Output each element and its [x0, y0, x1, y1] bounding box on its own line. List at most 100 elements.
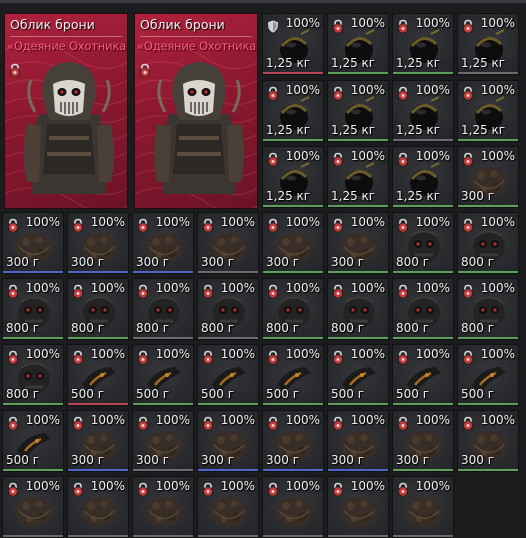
- skin-title-divider: [10, 36, 122, 37]
- item-durability: 100%: [415, 16, 450, 30]
- item-weight: 300 г: [461, 189, 495, 203]
- item-durability: 100%: [90, 215, 125, 229]
- inventory-item-slot[interactable]: 100%: [2, 476, 64, 538]
- item-durability: 100%: [350, 479, 385, 493]
- inventory-item-slot[interactable]: 100% 1,25 кг: [327, 146, 389, 208]
- rarity-bar: [133, 337, 193, 339]
- inventory-item-slot[interactable]: 100% 500 г: [392, 344, 454, 406]
- item-weight: 1,25 кг: [266, 189, 311, 203]
- inventory-item-slot[interactable]: 100% 300 г: [67, 212, 129, 274]
- item-weight: 300 г: [71, 453, 105, 467]
- inventory-item-slot[interactable]: 100% 300 г: [197, 212, 259, 274]
- rarity-bar: [68, 469, 128, 471]
- inventory-item-slot[interactable]: 100%: [197, 476, 259, 538]
- item-weight: 300 г: [396, 453, 430, 467]
- item-durability: 100%: [220, 413, 255, 427]
- item-durability: 100%: [480, 16, 515, 30]
- item-weight: 300 г: [266, 453, 300, 467]
- inventory-item-slot[interactable]: 100% 300 г: [457, 410, 519, 472]
- inventory-item-slot[interactable]: 100% 800 г: [392, 212, 454, 274]
- armor-skin-card[interactable]: Облик брони «Одеяние Охотника»: [134, 13, 258, 209]
- inventory-item-slot[interactable]: 100% 800 г: [2, 278, 64, 340]
- item-weight: 1,25 кг: [266, 123, 311, 137]
- inventory-item-slot[interactable]: 100% 1,25 кг: [262, 146, 324, 208]
- item-durability: 100%: [350, 347, 385, 361]
- item-durability: 100%: [25, 347, 60, 361]
- inventory-item-slot[interactable]: 100% 300 г: [197, 410, 259, 472]
- rarity-bar: [328, 72, 388, 74]
- inventory-item-slot[interactable]: 100% 300 г: [132, 212, 194, 274]
- inventory-item-slot[interactable]: 100% 800 г: [2, 344, 64, 406]
- lock-icon: [136, 482, 150, 497]
- inventory-item-slot[interactable]: 100%: [132, 476, 194, 538]
- rarity-bar: [458, 205, 518, 207]
- inventory-item-slot[interactable]: 100% 500 г: [67, 344, 129, 406]
- inventory-item-slot[interactable]: 100% 300 г: [327, 212, 389, 274]
- inventory-item-slot[interactable]: 100% 800 г: [67, 278, 129, 340]
- inventory-item-slot[interactable]: 100% 1,25 кг: [457, 13, 519, 75]
- item-durability: 100%: [25, 479, 60, 493]
- rarity-bar: [263, 271, 323, 273]
- rarity-bar: [263, 205, 323, 207]
- lock-icon: [71, 284, 85, 299]
- item-durability: 100%: [350, 83, 385, 97]
- item-weight: 800 г: [396, 255, 430, 269]
- inventory-item-slot[interactable]: 100% 300 г: [67, 410, 129, 472]
- inventory-item-slot[interactable]: 100% 500 г: [2, 410, 64, 472]
- inventory-item-slot[interactable]: 100% 800 г: [457, 278, 519, 340]
- inventory-item-slot[interactable]: 100% 500 г: [262, 344, 324, 406]
- item-durability: 100%: [220, 215, 255, 229]
- inventory-item-slot[interactable]: 100%: [392, 476, 454, 538]
- inventory-item-slot[interactable]: 100%: [327, 476, 389, 538]
- rarity-bar: [458, 139, 518, 141]
- item-weight: 800 г: [6, 387, 40, 401]
- item-weight: 800 г: [266, 321, 300, 335]
- inventory-item-slot[interactable]: 100% 500 г: [457, 344, 519, 406]
- armor-skin-card[interactable]: Облик брони «Одеяние Охотника»: [4, 13, 128, 209]
- inventory-item-slot[interactable]: 100% 500 г: [327, 344, 389, 406]
- rarity-bar: [458, 271, 518, 273]
- item-durability: 100%: [415, 215, 450, 229]
- inventory-item-slot[interactable]: 100% 300 г: [392, 410, 454, 472]
- inventory-item-slot[interactable]: 100% 1,25 кг: [457, 80, 519, 142]
- inventory-item-slot[interactable]: 100% 500 г: [132, 344, 194, 406]
- inventory-item-slot[interactable]: 100% 1,25 кг: [392, 80, 454, 142]
- rarity-bar: [328, 205, 388, 207]
- inventory-item-slot[interactable]: 100% 800 г: [392, 278, 454, 340]
- rarity-bar: [263, 139, 323, 141]
- inventory-item-slot[interactable]: 100% 1,25 кг: [392, 13, 454, 75]
- inventory-item-slot[interactable]: 100% 800 г: [262, 278, 324, 340]
- inventory-item-slot[interactable]: 100% 1,25 кг: [262, 80, 324, 142]
- item-durability: 100%: [415, 479, 450, 493]
- inventory-item-slot[interactable]: 100% 500 г: [197, 344, 259, 406]
- inventory-item-slot[interactable]: 100% 1,25 кг: [327, 13, 389, 75]
- inventory-item-slot[interactable]: 100% 300 г: [2, 212, 64, 274]
- lock-icon: [6, 218, 20, 233]
- inventory-item-slot[interactable]: 100% 800 г: [132, 278, 194, 340]
- rarity-bar: [133, 535, 193, 537]
- inventory-item-slot[interactable]: 100% 800 г: [457, 212, 519, 274]
- inventory-item-slot[interactable]: 100%: [262, 476, 324, 538]
- inventory-item-slot[interactable]: 100% 300 г: [262, 410, 324, 472]
- inventory-item-slot[interactable]: 100% 1,25 кг: [327, 80, 389, 142]
- rarity-bar: [328, 139, 388, 141]
- inventory-item-slot[interactable]: 100% 1,25 кг: [262, 13, 324, 75]
- inventory-item-slot[interactable]: 100% 300 г: [132, 410, 194, 472]
- inventory-item-slot[interactable]: 100% 800 г: [197, 278, 259, 340]
- inventory-item-slot[interactable]: 100% 300 г: [262, 212, 324, 274]
- inventory-item-slot[interactable]: 100% 300 г: [457, 146, 519, 208]
- item-durability: 100%: [415, 281, 450, 295]
- lock-icon: [461, 19, 475, 34]
- inventory-item-slot[interactable]: 100%: [67, 476, 129, 538]
- rarity-bar: [263, 403, 323, 405]
- item-weight: 500 г: [461, 387, 495, 401]
- lock-icon: [331, 218, 345, 233]
- lock-icon: [396, 350, 410, 365]
- rarity-bar: [328, 337, 388, 339]
- rarity-bar: [133, 469, 193, 471]
- rarity-bar: [68, 403, 128, 405]
- inventory-item-slot[interactable]: 100% 800 г: [327, 278, 389, 340]
- inventory-item-slot[interactable]: 100% 1,25 кг: [392, 146, 454, 208]
- lock-icon: [396, 218, 410, 233]
- inventory-item-slot[interactable]: 100% 300 г: [327, 410, 389, 472]
